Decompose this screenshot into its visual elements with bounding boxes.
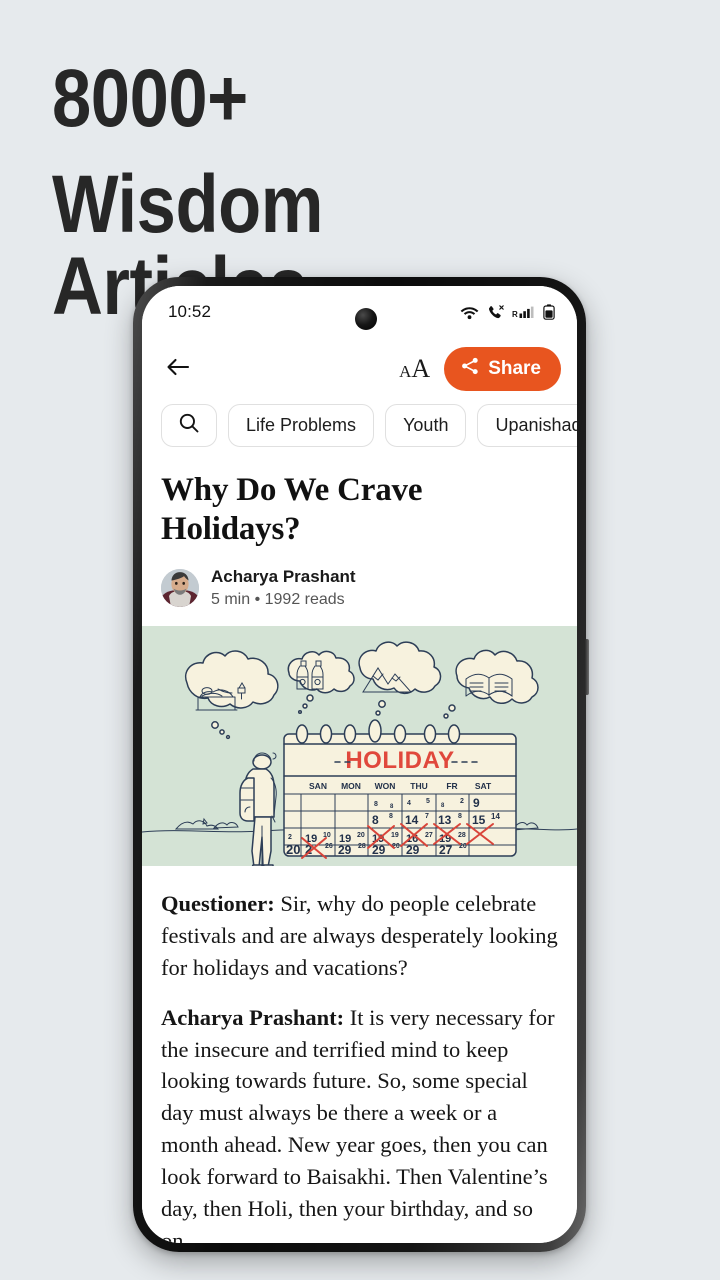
chip-label: Youth <box>403 415 449 435</box>
search-icon <box>178 412 200 439</box>
article-body: Questioner: Sir, why do people celebrate… <box>142 865 577 1243</box>
paragraph-questioner: Questioner: Sir, why do people celebrate… <box>161 888 558 984</box>
svg-text:19: 19 <box>391 832 399 839</box>
chip-life-problems[interactable]: Life Problems <box>228 404 375 447</box>
svg-text:7: 7 <box>425 813 429 820</box>
svg-text:28: 28 <box>458 832 466 839</box>
speaker-label: Questioner: <box>161 890 275 916</box>
article-header: Why Do We Crave Holidays? Acharya Prasha… <box>142 459 577 626</box>
wifi-icon <box>460 305 479 320</box>
svg-text:R: R <box>512 310 518 319</box>
svg-text:27: 27 <box>439 843 453 857</box>
svg-text:8: 8 <box>372 813 379 827</box>
svg-text:29: 29 <box>338 843 352 857</box>
author-name: Acharya Prashant <box>211 567 356 587</box>
author-avatar[interactable] <box>161 568 199 607</box>
svg-text:2: 2 <box>288 834 292 841</box>
arrow-left-icon <box>165 357 191 382</box>
call-icon <box>486 304 505 320</box>
svg-text:28: 28 <box>358 843 366 850</box>
svg-text:27: 27 <box>425 832 433 839</box>
svg-text:8: 8 <box>389 813 393 820</box>
svg-text:8: 8 <box>374 801 378 808</box>
svg-text:13: 13 <box>438 813 452 827</box>
svg-text:9: 9 <box>473 796 480 810</box>
svg-text:SAT: SAT <box>475 781 492 791</box>
svg-text:14: 14 <box>405 813 419 827</box>
svg-text:MON: MON <box>341 781 361 791</box>
font-size-button[interactable]: A A <box>385 354 444 384</box>
paragraph-acharya-prashant: Acharya Prashant: It is very necessary f… <box>161 1002 558 1243</box>
category-chips-row[interactable]: Life Problems Youth Upanishads <box>142 400 577 459</box>
share-button-label: Share <box>488 358 541 379</box>
promo-headline-line-1: 8000+ <box>52 53 248 144</box>
svg-text:8: 8 <box>458 813 462 820</box>
status-icon-group: R <box>460 304 555 320</box>
svg-text:HOLIDAY: HOLIDAY <box>345 747 454 774</box>
phone-side-button[interactable] <box>585 639 589 695</box>
svg-text:4: 4 <box>407 800 411 807</box>
signal-icon: R <box>512 305 536 320</box>
chip-label: Upanishads <box>495 415 577 435</box>
status-time: 10:52 <box>168 302 212 321</box>
svg-text:29: 29 <box>406 843 420 857</box>
svg-text:FR: FR <box>446 781 457 791</box>
svg-text:15: 15 <box>472 813 486 827</box>
font-size-small-label: A <box>399 362 412 381</box>
app-toolbar: A A Share <box>142 338 577 400</box>
svg-text:5: 5 <box>426 798 430 805</box>
font-size-large-label: A <box>411 354 431 383</box>
phone-screen: 10:52 R A A Share Life Problems Youth Up… <box>142 286 577 1243</box>
svg-text:29: 29 <box>372 843 386 857</box>
article-title: Why Do We Crave Holidays? <box>161 472 423 547</box>
share-button[interactable]: Share <box>444 347 561 391</box>
svg-text:26: 26 <box>325 843 333 850</box>
search-chip-button[interactable] <box>161 404 217 447</box>
svg-text:2: 2 <box>460 798 464 805</box>
svg-text:14: 14 <box>491 812 500 821</box>
back-button[interactable] <box>160 351 196 387</box>
speaker-label: Acharya Prashant: <box>161 1004 345 1030</box>
svg-text:SAN: SAN <box>309 781 327 791</box>
chip-youth[interactable]: Youth <box>385 404 467 447</box>
chip-label: Life Problems <box>246 415 357 435</box>
article-meta: 5 min • 1992 reads <box>211 590 345 608</box>
front-camera-icon <box>355 308 377 330</box>
holiday-calendar-illustration: .ink { stroke:#2d3e57; fill:none; stroke… <box>142 625 577 866</box>
phone-mockup: 10:52 R A A Share Life Problems Youth Up… <box>133 277 589 1252</box>
share-icon <box>460 356 480 382</box>
svg-text:THU: THU <box>410 781 427 791</box>
svg-text:20: 20 <box>286 842 300 857</box>
svg-text:20: 20 <box>357 832 365 839</box>
article-byline[interactable]: Acharya Prashant 5 min • 1992 reads <box>161 566 558 626</box>
byline-text: Acharya Prashant 5 min • 1992 reads <box>211 566 356 610</box>
chip-upanishads[interactable]: Upanishads <box>477 404 577 447</box>
svg-text:WON: WON <box>375 781 396 791</box>
paragraph-text: It is very necessary for the insecure an… <box>161 1004 555 1243</box>
battery-icon <box>543 304 555 320</box>
